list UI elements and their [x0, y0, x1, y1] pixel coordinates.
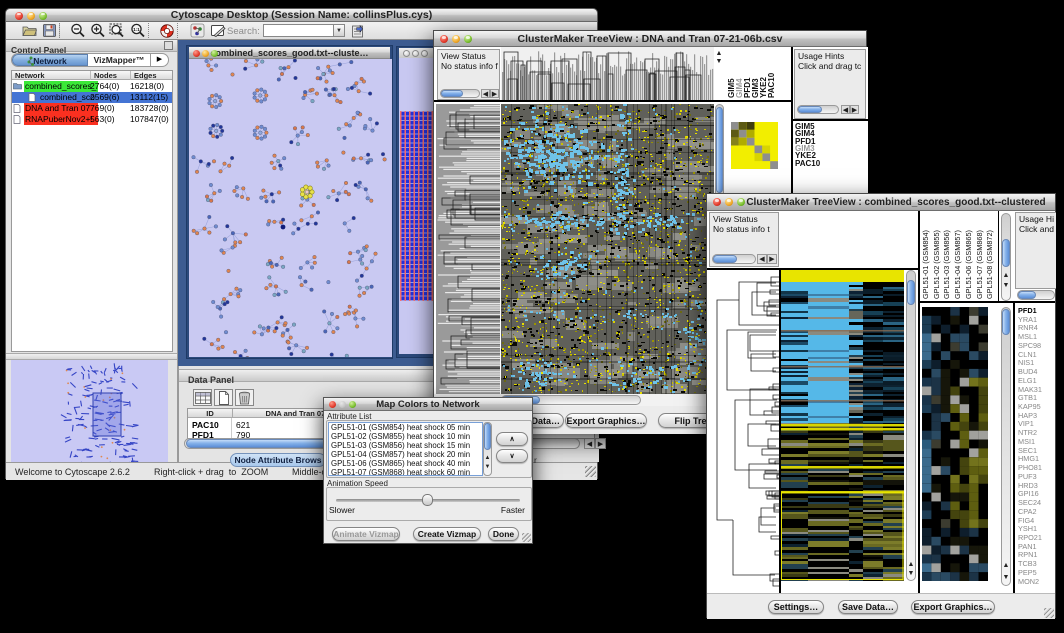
svg-text:1:1: 1:1: [133, 27, 140, 32]
